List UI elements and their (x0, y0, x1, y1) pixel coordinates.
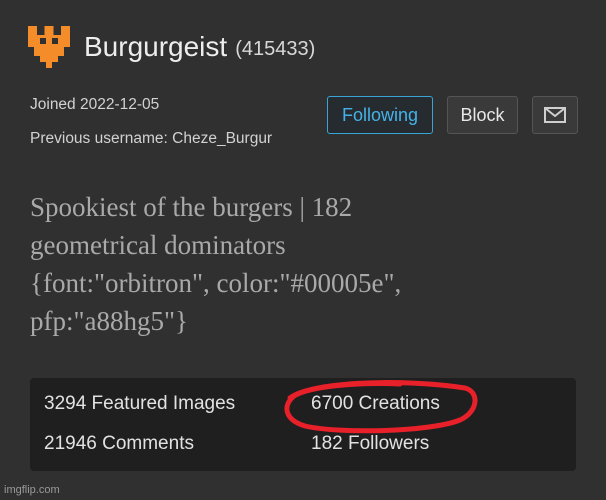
bio-line: Spookiest of the burgers | 182 (30, 192, 353, 222)
profile-bio: Spookiest of the burgers | 182 geometric… (30, 188, 550, 340)
username: Burgurgeist (84, 31, 228, 62)
bio-line: pfp:"a88hg5"} (30, 306, 188, 336)
envelope-icon (544, 107, 566, 123)
profile-meta: Joined 2022-12-05 Previous username: Che… (30, 96, 272, 164)
stat-comments[interactable]: 21946 Comments (44, 433, 194, 455)
following-button[interactable]: Following (327, 96, 433, 134)
highlight-circle (284, 380, 478, 434)
stat-followers[interactable]: 182 Followers (311, 433, 429, 455)
message-button[interactable] (532, 96, 578, 134)
block-button[interactable]: Block (447, 96, 518, 134)
joined-date: Joined 2022-12-05 (30, 96, 160, 113)
watermark: imgflip.com (4, 484, 60, 496)
stat-featured-images[interactable]: 3294 Featured Images (44, 393, 235, 415)
pixel-castle-icon (28, 26, 70, 68)
bio-line: geometrical dominators (30, 230, 286, 260)
profile-actions: Following Block (327, 96, 592, 134)
user-id: (415433) (235, 37, 316, 60)
profile-header: Burgurgeist (415433) (28, 26, 315, 68)
bio-line: {font:"orbitron", color:"#00005e", (30, 268, 402, 298)
previous-username: Previous username: Cheze_Burgur (30, 130, 273, 147)
